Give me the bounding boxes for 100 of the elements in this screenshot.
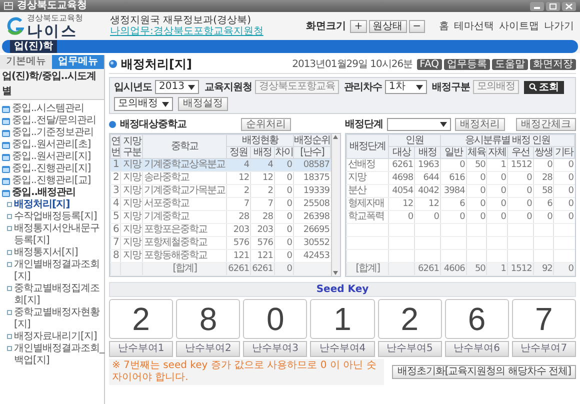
nav-tab[interactable]: 업(진)학 (10, 40, 58, 53)
table-cell: 2 (110, 172, 121, 184)
submenu-item[interactable]: 배정자료내리기[지] (7, 331, 104, 343)
menu-tab[interactable]: 업무메뉴 (52, 55, 104, 69)
table-row[interactable]: 3 지망 기계중학교가목분교 2 2 0 19339 (110, 184, 330, 198)
table-cell: 203 (226, 224, 251, 236)
table-row[interactable]: 1 지망 기계중학교상옥분교 4 4 0 08587 (110, 158, 330, 172)
panel-title: 배정대상중학교 (120, 118, 186, 131)
table-cell: 1 (486, 158, 508, 172)
submenu-item[interactable]: 중학교별배정자현황[지] (7, 307, 104, 331)
table-cell: 5 (110, 210, 121, 224)
logo-name: 나이스 (27, 24, 78, 38)
bullet-icon (7, 334, 12, 339)
random-button[interactable]: 난수부여5 (378, 341, 442, 357)
menu-item[interactable]: 중입..배정관리 (2, 187, 104, 199)
column-header: 배정현황 (226, 134, 294, 146)
table-cell: 0 (554, 198, 574, 210)
field-label: 입시년도 (114, 81, 152, 94)
table-cell: 학교폭력 (346, 210, 389, 224)
zoom-out-button[interactable]: − (408, 20, 425, 32)
tool-button[interactable]: FAQ (416, 58, 442, 70)
menu-item[interactable]: 중입..원서관리[초] (2, 139, 104, 151)
random-button[interactable]: 난수부여3 (243, 341, 308, 357)
select-field[interactable]: 모의배정 (114, 97, 173, 111)
random-button[interactable]: 난수부여2 (176, 341, 240, 357)
menu-item[interactable]: 중입..기준정보관리 (2, 127, 104, 139)
table-row[interactable]: 7 지망 포항제철중학교 576 576 0 30552 (110, 236, 330, 250)
select-field[interactable] (387, 118, 451, 130)
table-cell: 지망 (120, 224, 143, 236)
bullet-icon (7, 250, 12, 255)
tool-button[interactable]: 도움말 (492, 58, 528, 70)
assign-button[interactable]: 배정처리 (455, 118, 505, 130)
header-link[interactable]: 사이트맵 (499, 19, 539, 33)
submenu-item[interactable]: 개인별배정결과조회[지] (7, 259, 104, 283)
table-cell: 0 (554, 210, 574, 224)
table-cell: 3 (110, 184, 121, 198)
menu-item[interactable]: 중입..진행관리[교] (2, 175, 104, 187)
scroll-up-icon[interactable] (332, 134, 339, 140)
table-cell: 지망 (120, 172, 143, 184)
table-row[interactable]: 2 지망 송라중학교 12 12 0 18375 (110, 172, 330, 184)
bullet-icon (7, 214, 12, 219)
select-field[interactable]: 1차 (384, 80, 427, 94)
random-button[interactable]: 난수부여1 (109, 341, 174, 357)
rank-button[interactable]: 순위처리 (240, 118, 291, 130)
scroll-down-icon[interactable] (332, 270, 339, 276)
submenu-item[interactable]: 중학교별배정집계조회[지] (7, 283, 104, 307)
table-row[interactable]: 5 지망 기계중학교 28 28 0 26398 (110, 210, 330, 224)
maximize-icon[interactable] (546, 2, 560, 10)
table-cell: 12 (226, 172, 251, 184)
search-icon (528, 83, 537, 91)
menu-tab[interactable]: 기본메뉴 (0, 55, 52, 69)
submenu-item[interactable]: 배정통지서안내문구등록[지] (7, 223, 104, 247)
menu-item[interactable]: 중입..원서관리[지] (2, 151, 104, 163)
random-button[interactable]: 난수부여6 (444, 341, 509, 357)
random-button[interactable]: 난수부여4 (310, 341, 375, 357)
table-row[interactable]: 6 지망 포항포은중학교 203 203 0 26695 (110, 224, 330, 236)
reset-button[interactable]: 배정초기화[교육지원청의 해당차수 전체] (392, 365, 576, 379)
table-cell: 기계중학교상옥분교 (142, 158, 227, 172)
note-text: ※ 7번째는 seed key 증가 값으로 사용하므로 0 이 아닌 숫자이어야 합니다. (109, 359, 384, 385)
column-header: 중학교 (142, 134, 227, 158)
table-cell: 12 (414, 198, 440, 210)
menu-item[interactable]: 중입..진행관리[지] (2, 163, 104, 175)
header-link[interactable]: 홈 (439, 19, 449, 33)
bullet-icon (7, 346, 12, 351)
zoom-reset-button[interactable]: 원상태 (368, 20, 407, 32)
table-cell: 0 (507, 210, 534, 224)
submenu-item[interactable]: 배정통지서[지] (7, 247, 104, 259)
random-button[interactable]: 난수부여7 (512, 341, 576, 357)
header-link[interactable]: 나가기 (544, 19, 574, 33)
menu-item[interactable]: 중입..시스템관리 (2, 103, 104, 115)
table-cell: 0 (274, 172, 294, 184)
table-cell: 576 (250, 236, 274, 250)
table-cell: 0 (414, 210, 440, 224)
table-cell: 포항포은중학교 (142, 224, 227, 236)
caret-icon (162, 102, 169, 106)
table-cell: 0 (440, 210, 466, 224)
table-cell: 3984 (440, 184, 466, 198)
settings-button[interactable]: 배정설정 (178, 97, 228, 111)
search-button[interactable]: 조회 (524, 80, 564, 94)
column-header: 인원 (388, 134, 440, 146)
header-link[interactable]: 테마선택 (454, 19, 494, 33)
tool-button[interactable]: 업무등록 (444, 58, 490, 70)
scrollbar[interactable] (331, 134, 340, 276)
zoom-in-button[interactable]: + (350, 20, 367, 32)
table-cell: 지망 (120, 236, 143, 250)
minimize-icon[interactable] (530, 2, 544, 10)
submenu-item[interactable]: 수작업배정등록[지] (7, 211, 104, 223)
table-cell: 0 (507, 198, 534, 210)
close-icon[interactable] (562, 2, 576, 10)
table-cell: 6261 (414, 262, 440, 276)
submenu-item[interactable]: 배정처리[지] (7, 199, 104, 211)
column-header: 지망구분 (120, 134, 143, 158)
select-field[interactable]: 2013 (155, 80, 200, 94)
table-cell: 0 (274, 262, 294, 276)
tool-button[interactable]: 화면저장 (530, 58, 576, 70)
submenu-item[interactable]: 개인별배정결과조회_백업[지] (7, 343, 104, 367)
table-cell: 1512 (507, 262, 534, 276)
check-button[interactable]: 배정간체크 (516, 118, 576, 130)
menu-item[interactable]: 중입..전달/문의관리 (2, 115, 104, 127)
table-row[interactable]: 4 지망 서포중학교 7 7 0 25508 (110, 198, 330, 210)
